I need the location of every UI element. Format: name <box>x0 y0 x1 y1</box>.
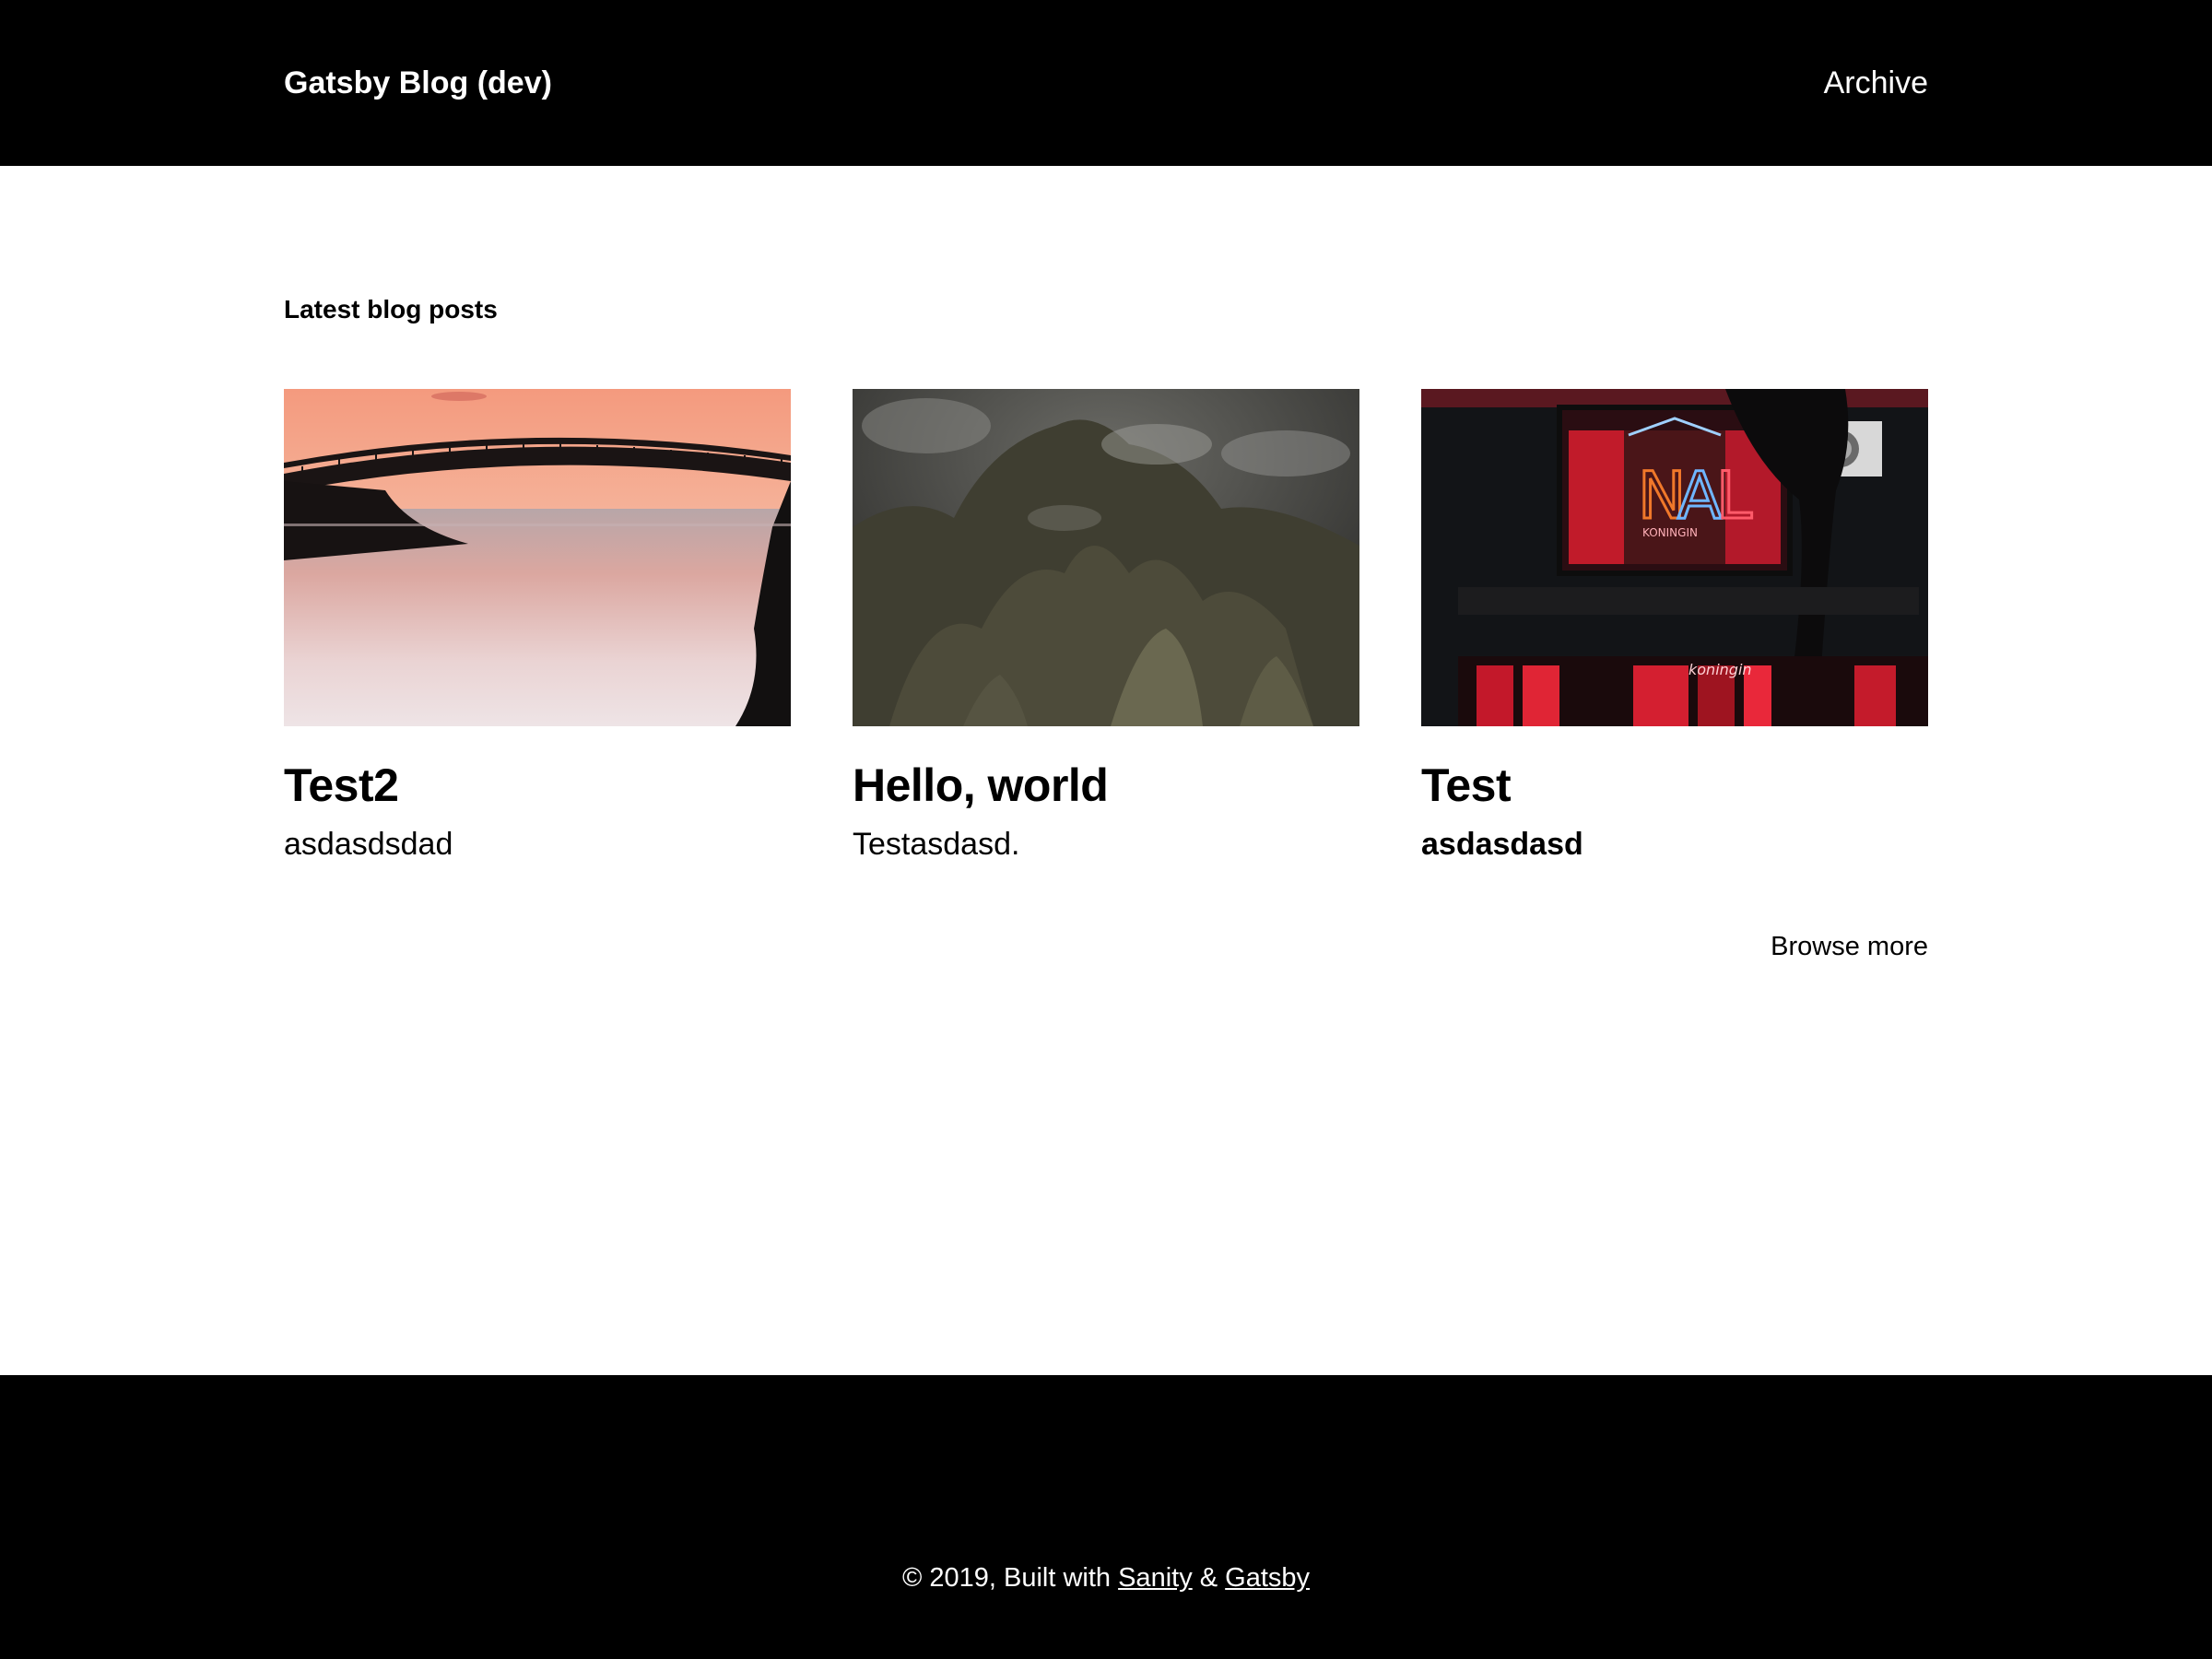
post-image-bridge <box>284 389 791 726</box>
svg-text:A: A <box>1677 458 1722 534</box>
post-title: Test2 <box>284 759 399 811</box>
post-card-hello-world[interactable]: Hello, world Testasdasd. <box>853 389 1359 887</box>
section-title: Latest blog posts <box>284 295 498 324</box>
svg-text:koningin: koningin <box>1688 661 1752 678</box>
footer-prefix: © 2019, Built with <box>901 1563 1119 1593</box>
nav-archive-link[interactable]: Archive <box>1824 61 1928 105</box>
post-card-test2[interactable]: Test2 asdasdsdad <box>284 389 791 887</box>
post-title: Hello, world <box>853 759 1109 811</box>
footer-sanity-link[interactable]: Sanity <box>1118 1563 1193 1593</box>
misty-mountain-photo <box>853 389 1359 726</box>
post-card-test[interactable]: N A L KONINGIN koningin Test asdasdasd <box>1421 389 1928 887</box>
browse-more-link[interactable]: Browse more <box>1771 929 1928 964</box>
svg-text:L: L <box>1716 458 1752 534</box>
post-excerpt: asdasdasd <box>1421 827 1583 862</box>
footer-credits: © 2019, Built with Sanity & Gatsby <box>0 1559 2212 1596</box>
site-header: Gatsby Blog (dev) Archive <box>0 0 2212 166</box>
post-excerpt: asdasdsdad <box>284 827 453 862</box>
post-image-storefront: N A L KONINGIN koningin <box>1421 389 1928 726</box>
site-footer <box>0 1375 2212 1659</box>
post-excerpt: Testasdasd. <box>853 827 1020 862</box>
svg-text:KONINGIN: KONINGIN <box>1642 526 1698 539</box>
post-image-mountain <box>853 389 1359 726</box>
footer-separator: & <box>1192 1563 1226 1593</box>
footer-gatsby-link[interactable]: Gatsby <box>1225 1563 1310 1593</box>
post-title: Test <box>1421 759 1512 811</box>
neon-storefront-photo: N A L KONINGIN koningin <box>1421 389 1928 726</box>
bridge-sunset-photo <box>284 389 791 726</box>
site-brand-link[interactable]: Gatsby Blog (dev) <box>284 61 552 105</box>
